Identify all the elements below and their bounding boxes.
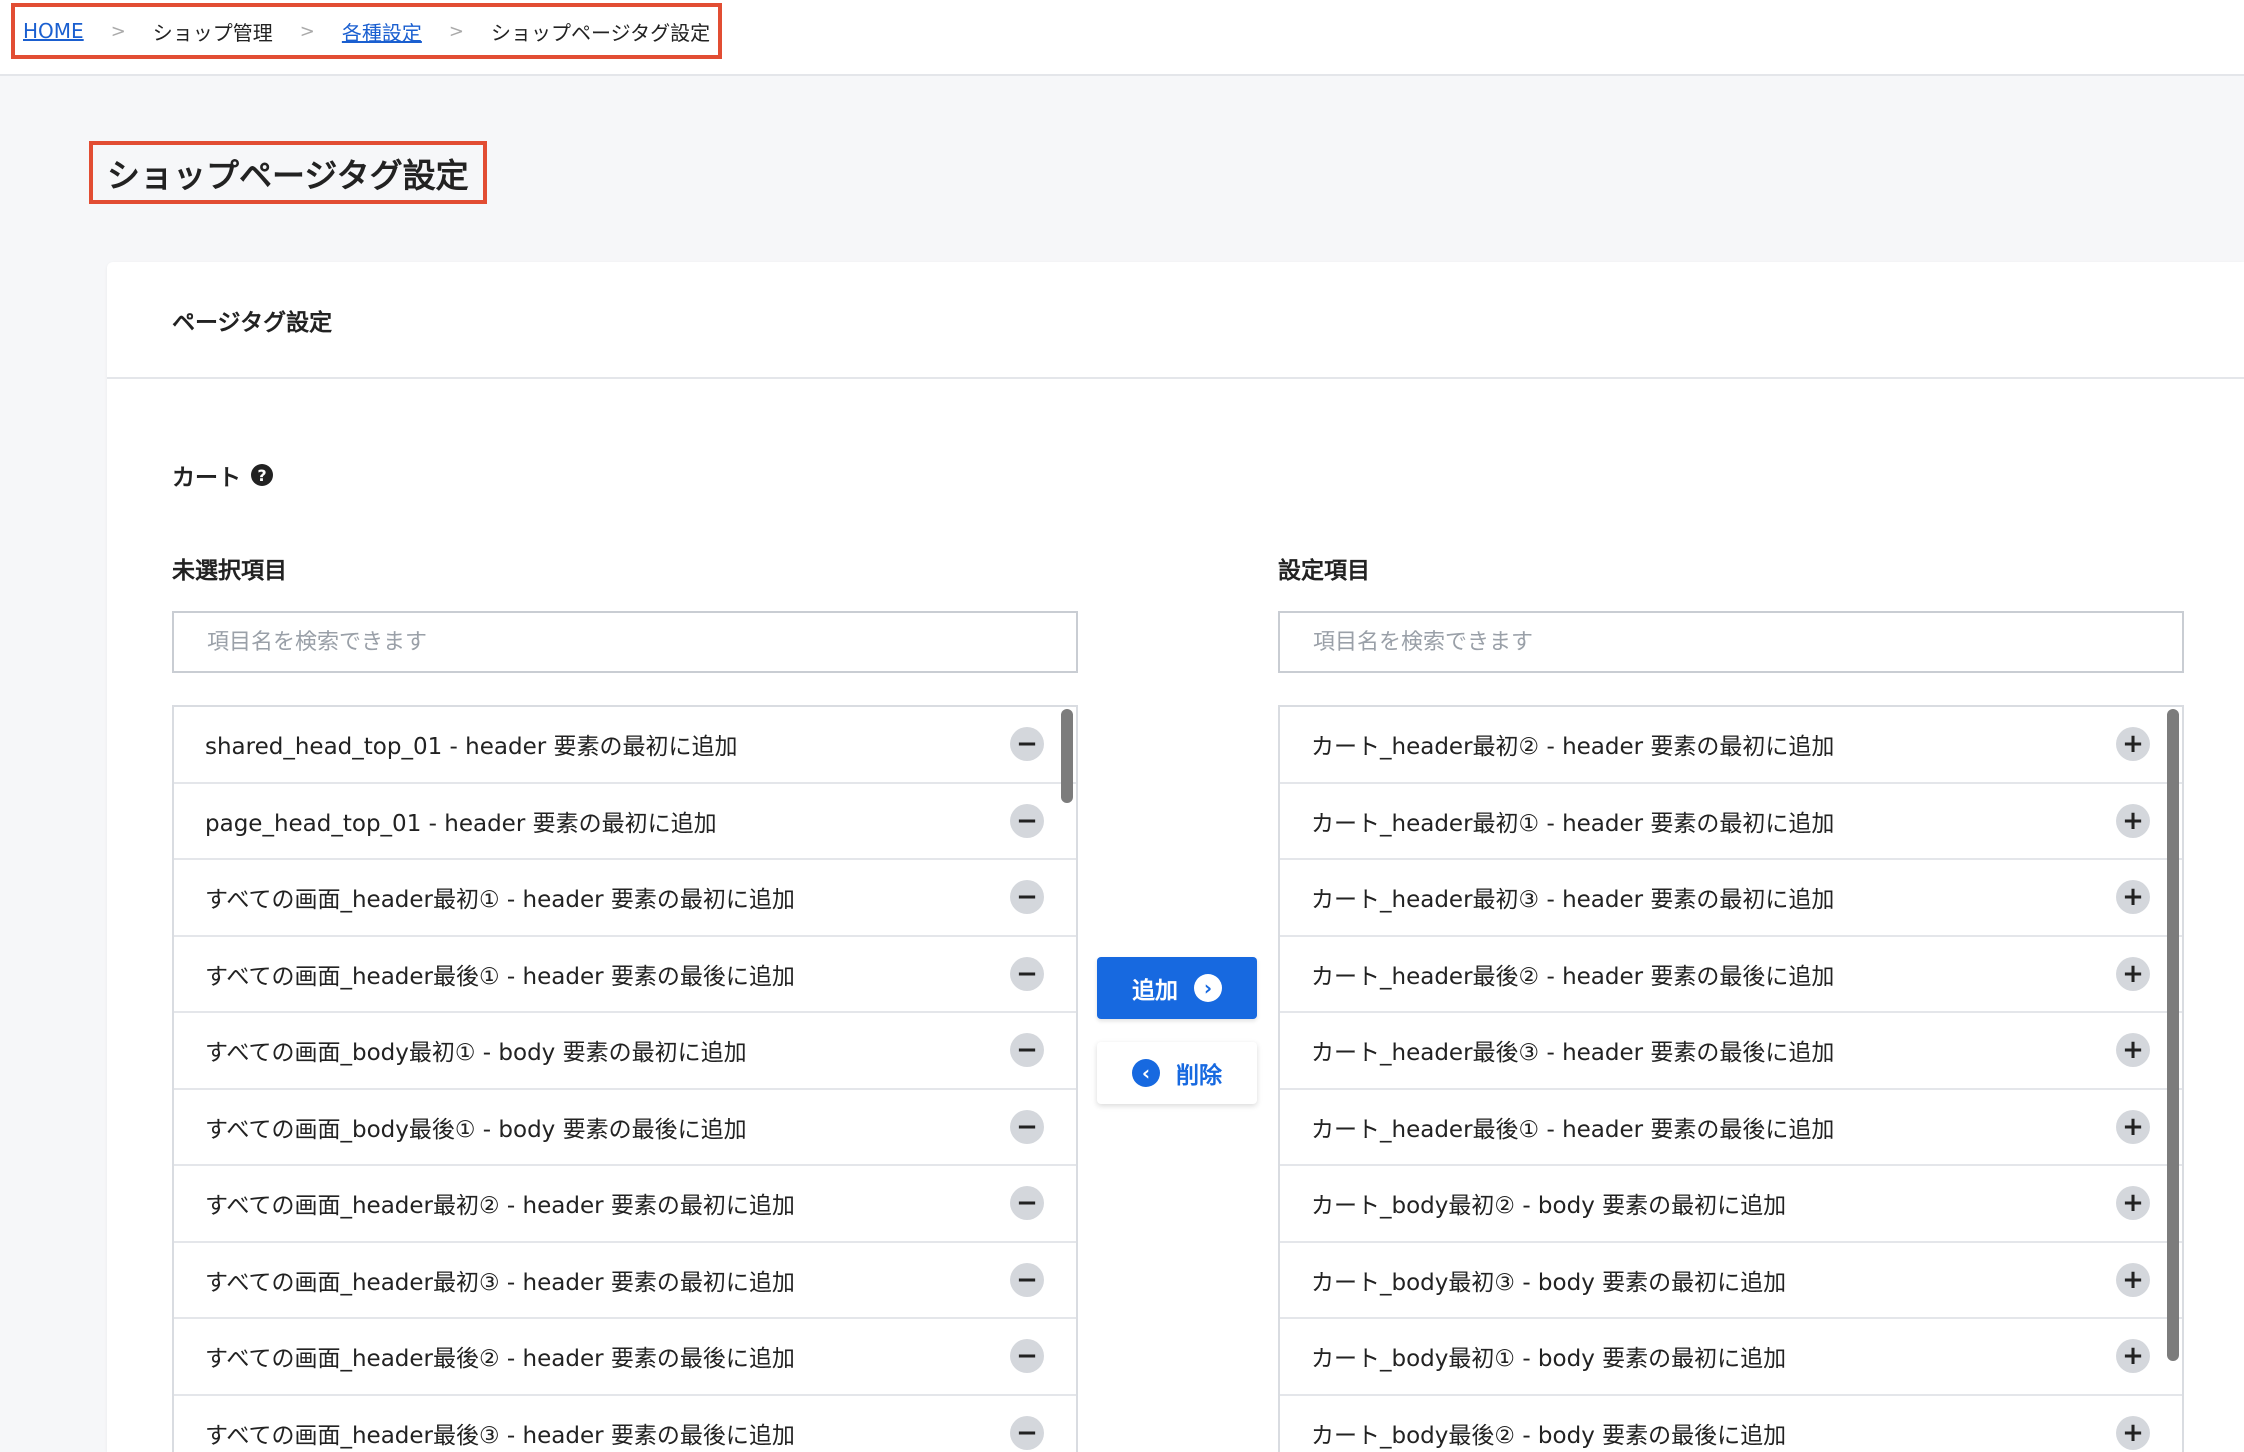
cart-section-label: カート ? xyxy=(172,458,273,492)
question-circle-icon[interactable]: ? xyxy=(251,464,273,486)
add-button-label: 追加 xyxy=(1132,978,1178,1004)
minus-icon[interactable]: − xyxy=(1010,727,1044,762)
breadcrumb-home-link[interactable]: HOME xyxy=(23,19,84,43)
list-item[interactable]: すべての画面_header最後③ - header 要素の最後に追加 − xyxy=(174,1396,1076,1452)
minus-icon[interactable]: − xyxy=(1010,880,1044,915)
scrollbar-thumb[interactable] xyxy=(2167,709,2179,1361)
breadcrumb-settings-link[interactable]: 各種設定 xyxy=(342,17,422,46)
list-item[interactable]: カート_header最初① - header 要素の最初に追加 + xyxy=(1280,784,2182,860)
list-item-label: page_head_top_01 - header 要素の最初に追加 xyxy=(205,810,717,837)
list-item-label: カート_header最後② - header 要素の最後に追加 xyxy=(1311,963,1835,990)
list-item-label: カート_body最初② - body 要素の最初に追加 xyxy=(1311,1193,1787,1220)
list-item[interactable]: すべての画面_body最初① - body 要素の最初に追加 − xyxy=(174,1013,1076,1090)
plus-icon[interactable]: + xyxy=(2116,1339,2150,1374)
plus-icon[interactable]: + xyxy=(2116,1262,2150,1297)
minus-icon[interactable]: − xyxy=(1010,1033,1044,1068)
unselected-search-input[interactable] xyxy=(172,611,1078,673)
list-item-label: すべての画面_header最後② - header 要素の最後に追加 xyxy=(205,1346,795,1373)
list-item[interactable]: すべての画面_header最初① - header 要素の最初に追加 − xyxy=(174,860,1076,937)
section-label-text: カート xyxy=(172,465,241,491)
list-item[interactable]: カート_header最初③ - header 要素の最初に追加 + xyxy=(1280,860,2182,937)
minus-icon[interactable]: − xyxy=(1010,1186,1044,1221)
list-item-label: カート_header最後③ - header 要素の最後に追加 xyxy=(1311,1040,1835,1067)
list-item-label: すべての画面_header最後① - header 要素の最後に追加 xyxy=(205,963,795,990)
plus-icon[interactable]: + xyxy=(2116,880,2150,915)
list-item-label: すべての画面_body最後① - body 要素の最後に追加 xyxy=(205,1116,747,1143)
minus-icon[interactable]: − xyxy=(1010,1415,1044,1450)
chevron-right-icon: › xyxy=(1194,974,1222,1002)
chevron-left-icon: ‹ xyxy=(1132,1059,1160,1087)
selected-items-list: カート_header最初② - header 要素の最初に追加 + カート_hea… xyxy=(1278,705,2184,1452)
page-title: ショップページタグ設定 xyxy=(89,141,487,204)
list-item-label: すべての画面_header最初② - header 要素の最初に追加 xyxy=(205,1193,795,1220)
page-tag-settings-card: ページタグ設定 カート ? 未選択項目 設定項目 shared_head_top… xyxy=(107,262,2244,1452)
minus-icon[interactable]: − xyxy=(1010,956,1044,991)
add-button[interactable]: 追加 › xyxy=(1097,957,1257,1019)
list-item[interactable]: カート_body最後② - body 要素の最後に追加 + xyxy=(1280,1396,2182,1452)
breadcrumb-separator: > xyxy=(110,20,126,42)
list-item[interactable]: カート_header最後① - header 要素の最後に追加 + xyxy=(1280,1090,2182,1166)
list-item-label: カート_body最後② - body 要素の最後に追加 xyxy=(1311,1422,1787,1449)
list-item-label: カート_header最後① - header 要素の最後に追加 xyxy=(1311,1116,1835,1143)
list-item[interactable]: カート_header最後③ - header 要素の最後に追加 + xyxy=(1280,1013,2182,1090)
list-item-label: カート_header最初③ - header 要素の最初に追加 xyxy=(1311,887,1835,914)
breadcrumb-shop-admin: ショップ管理 xyxy=(152,20,273,45)
list-item[interactable]: カート_body最初② - body 要素の最初に追加 + xyxy=(1280,1166,2182,1243)
minus-icon[interactable]: − xyxy=(1010,1109,1044,1144)
list-item-label: すべての画面_body最初① - body 要素の最初に追加 xyxy=(205,1040,747,1067)
plus-icon[interactable]: + xyxy=(2116,1033,2150,1068)
plus-icon[interactable]: + xyxy=(2116,1415,2150,1450)
breadcrumb-separator: > xyxy=(299,20,315,42)
remove-button[interactable]: ‹ 削除 xyxy=(1097,1042,1257,1104)
unselected-items-list: shared_head_top_01 - header 要素の最初に追加 − pa… xyxy=(172,705,1078,1452)
list-item-label: カート_header最初② - header 要素の最初に追加 xyxy=(1311,734,1835,761)
plus-icon[interactable]: + xyxy=(2116,1109,2150,1144)
list-item[interactable]: shared_head_top_01 - header 要素の最初に追加 − xyxy=(174,707,1076,784)
list-item[interactable]: page_head_top_01 - header 要素の最初に追加 − xyxy=(174,784,1076,860)
minus-icon[interactable]: − xyxy=(1010,803,1044,838)
plus-icon[interactable]: + xyxy=(2116,956,2150,991)
list-item-label: カート_header最初① - header 要素の最初に追加 xyxy=(1311,810,1835,837)
list-item[interactable]: すべての画面_body最後① - body 要素の最後に追加 − xyxy=(174,1090,1076,1166)
card-title: ページタグ設定 xyxy=(107,262,2244,379)
minus-icon[interactable]: − xyxy=(1010,1339,1044,1374)
breadcrumb-separator: > xyxy=(448,20,464,42)
plus-icon[interactable]: + xyxy=(2116,803,2150,838)
list-item-label: すべての画面_header最後③ - header 要素の最後に追加 xyxy=(205,1422,795,1449)
list-item[interactable]: すべての画面_header最後① - header 要素の最後に追加 − xyxy=(174,937,1076,1013)
list-item-label: すべての画面_header最初③ - header 要素の最初に追加 xyxy=(205,1269,795,1296)
list-item-label: カート_body最初③ - body 要素の最初に追加 xyxy=(1311,1269,1787,1296)
list-item[interactable]: カート_body最初① - body 要素の最初に追加 + xyxy=(1280,1319,2182,1396)
top-bar: HOME > ショップ管理 > 各種設定 > ショップページタグ設定 xyxy=(0,0,2244,76)
list-item[interactable]: すべての画面_header最初② - header 要素の最初に追加 − xyxy=(174,1166,1076,1243)
minus-icon[interactable]: − xyxy=(1010,1262,1044,1297)
unselected-items-title: 未選択項目 xyxy=(172,558,287,584)
list-item-label: カート_body最初① - body 要素の最初に追加 xyxy=(1311,1346,1787,1373)
breadcrumb: HOME > ショップ管理 > 各種設定 > ショップページタグ設定 xyxy=(11,3,723,59)
plus-icon[interactable]: + xyxy=(2116,727,2150,762)
list-item[interactable]: すべての画面_header最初③ - header 要素の最初に追加 − xyxy=(174,1243,1076,1319)
list-item[interactable]: カート_header最初② - header 要素の最初に追加 + xyxy=(1280,707,2182,784)
breadcrumb-current: ショップページタグ設定 xyxy=(490,20,711,45)
list-item[interactable]: カート_header最後② - header 要素の最後に追加 + xyxy=(1280,937,2182,1013)
remove-button-label: 削除 xyxy=(1176,1063,1222,1089)
list-item-label: すべての画面_header最初① - header 要素の最初に追加 xyxy=(205,887,795,914)
plus-icon[interactable]: + xyxy=(2116,1186,2150,1221)
selected-search-input[interactable] xyxy=(1278,611,2184,673)
scrollbar-thumb[interactable] xyxy=(1061,709,1073,803)
list-item[interactable]: すべての画面_header最後② - header 要素の最後に追加 − xyxy=(174,1319,1076,1396)
list-item-label: shared_head_top_01 - header 要素の最初に追加 xyxy=(205,734,738,761)
selected-items-title: 設定項目 xyxy=(1278,558,1370,584)
list-item[interactable]: カート_body最初③ - body 要素の最初に追加 + xyxy=(1280,1243,2182,1319)
